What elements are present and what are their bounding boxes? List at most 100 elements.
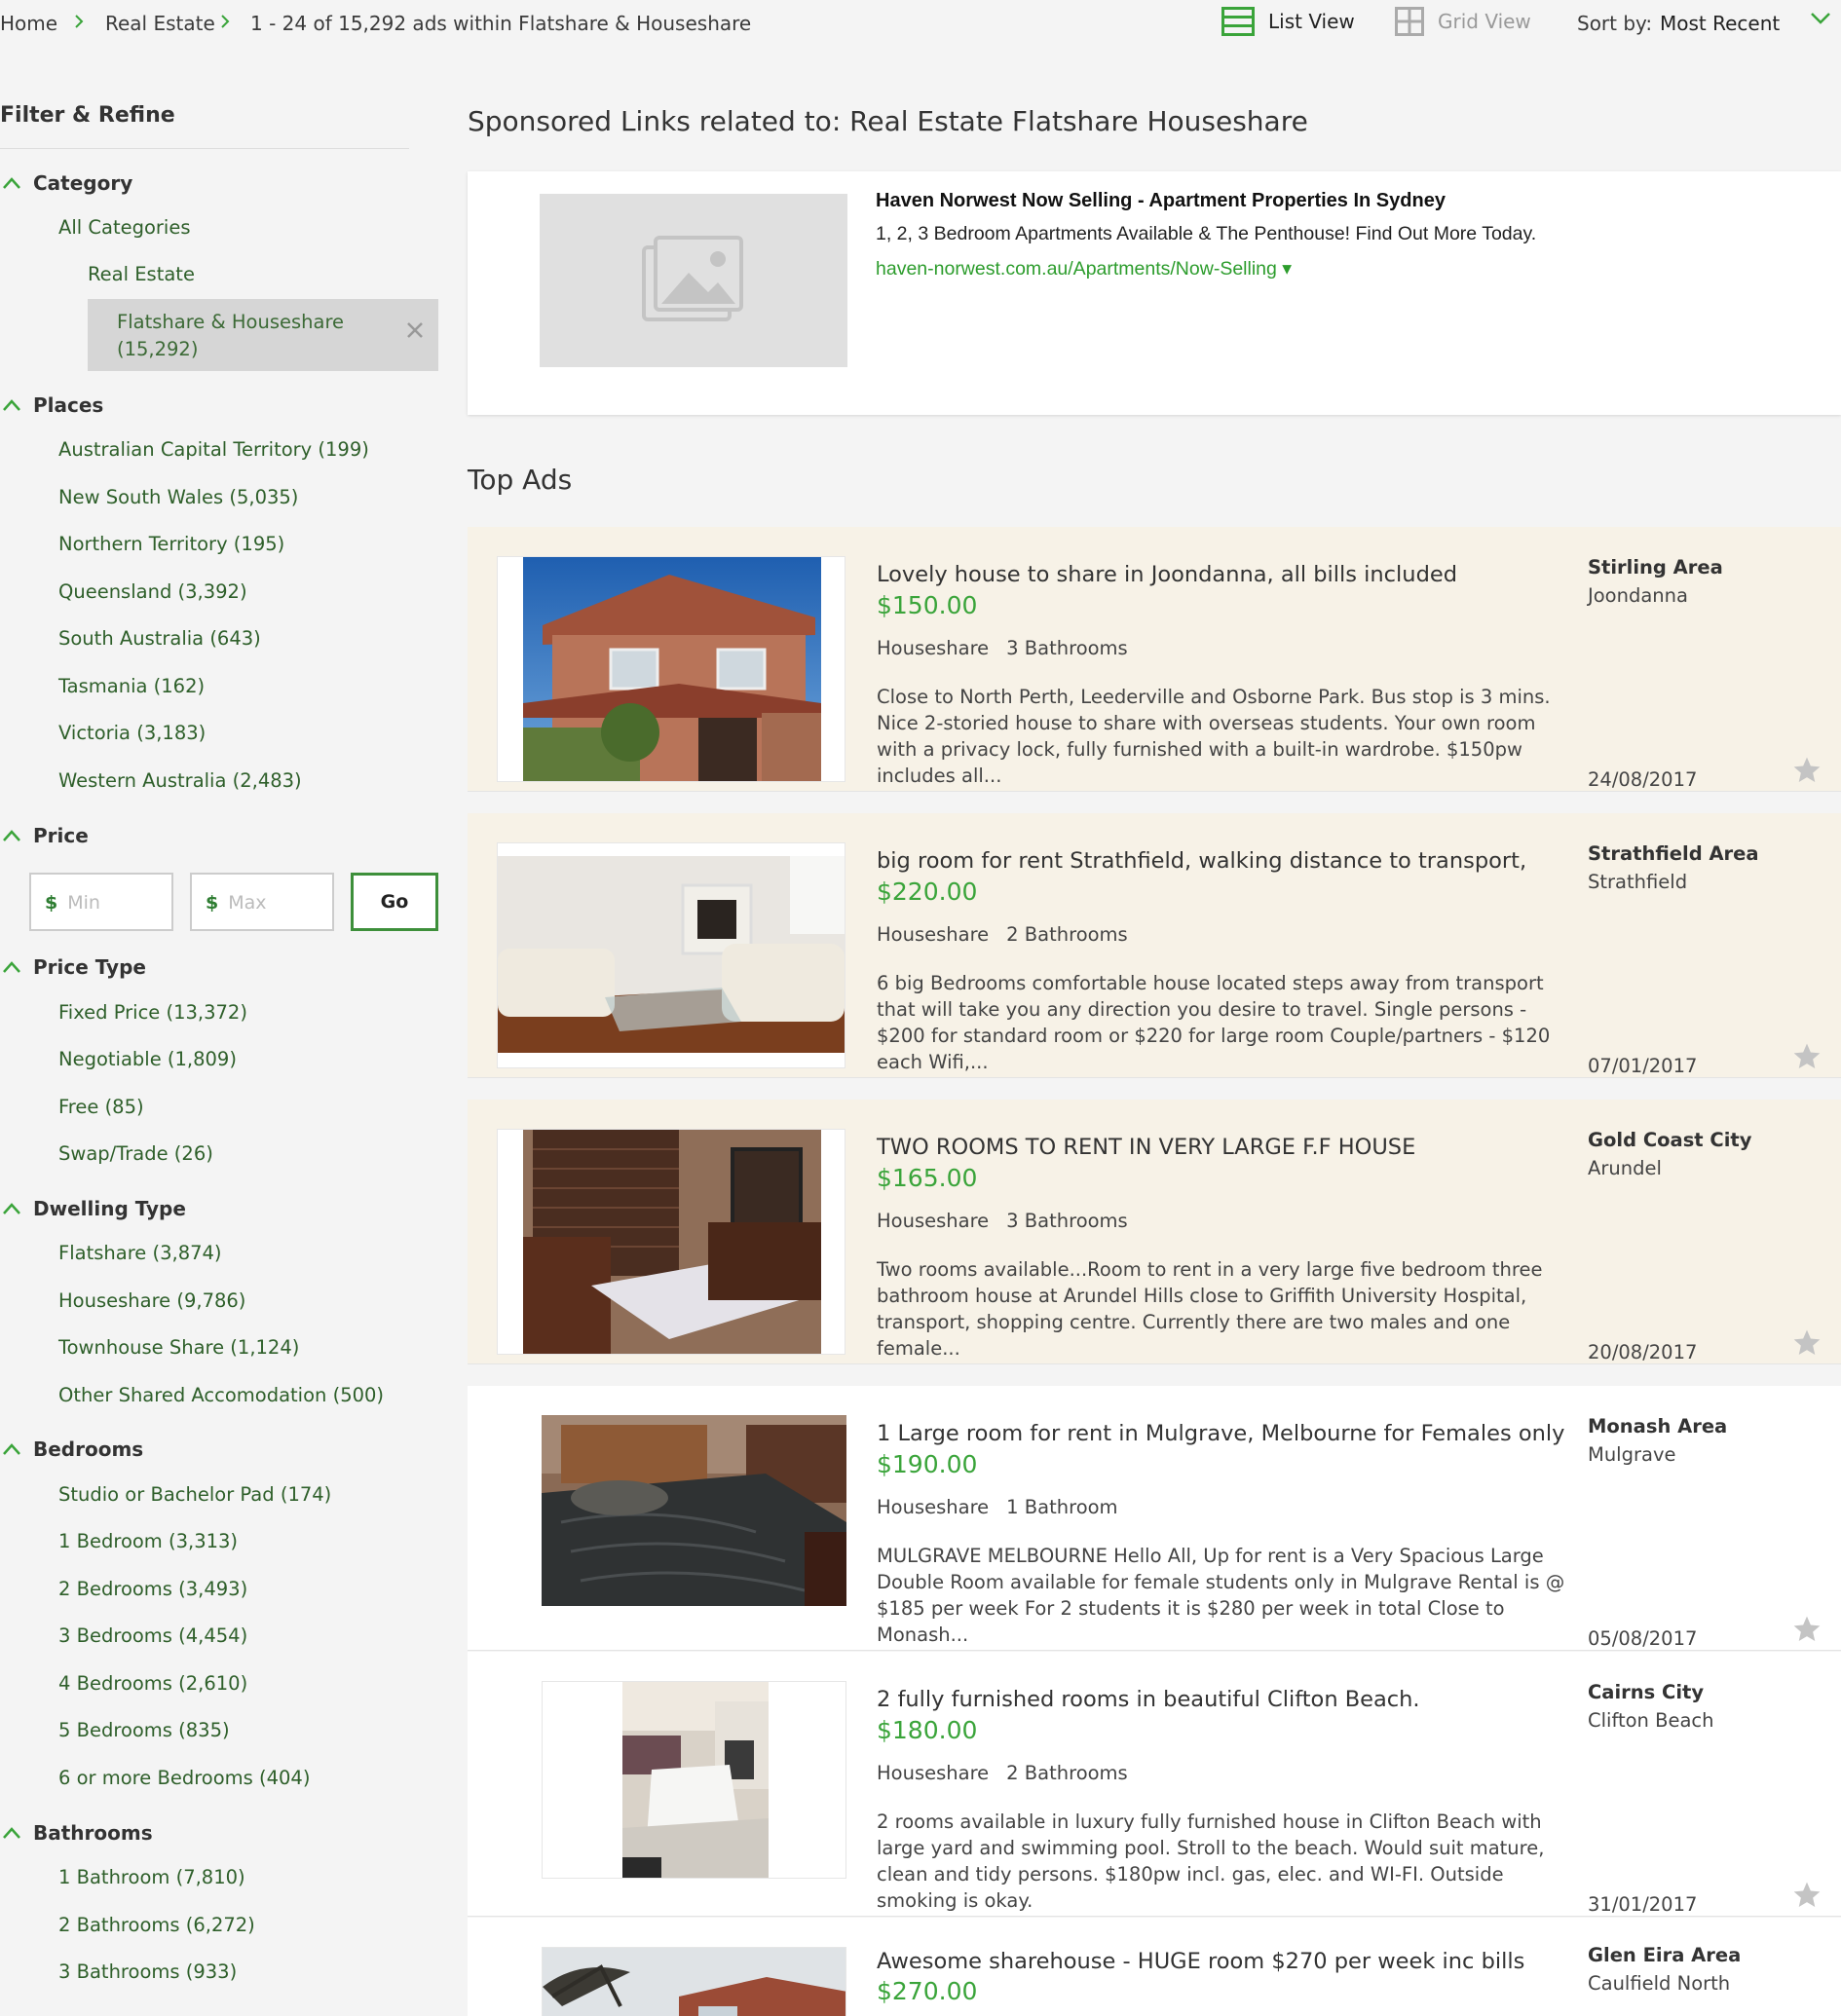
section-price-type[interactable]: Price Type bbox=[2, 955, 146, 979]
listing-suburb: Strathfield bbox=[1588, 871, 1688, 893]
place-link[interactable]: Queensland (3,392) bbox=[58, 580, 247, 603]
listing-date: 24/08/2017 bbox=[1588, 768, 1698, 791]
listing-card[interactable]: big room for rent Strathfield, walking d… bbox=[468, 813, 1841, 1078]
dollar-icon: $ bbox=[45, 892, 58, 914]
place-link[interactable]: Victoria (3,183) bbox=[58, 722, 206, 744]
list-view-label: List View bbox=[1268, 10, 1355, 33]
listing-title[interactable]: big room for rent Strathfield, walking d… bbox=[877, 848, 1526, 874]
listing-price: $220.00 bbox=[877, 877, 978, 906]
listing-title[interactable]: Awesome sharehouse - HUGE room $270 per … bbox=[877, 1949, 1524, 1974]
bathrooms-link[interactable]: 3 Bathrooms (933) bbox=[58, 1960, 237, 1983]
bedrooms-link[interactable]: 5 Bedrooms (835) bbox=[58, 1719, 230, 1741]
dwelling-type-link[interactable]: Houseshare (9,786) bbox=[58, 1289, 245, 1312]
list-view-icon bbox=[1221, 7, 1255, 36]
listing-title[interactable]: TWO ROOMS TO RENT IN VERY LARGE F.F HOUS… bbox=[877, 1135, 1415, 1160]
listing-type: Houseshare bbox=[877, 637, 990, 659]
dwelling-type-link[interactable]: Other Shared Accomodation (500) bbox=[58, 1384, 384, 1406]
listing-attributes: Houseshare 3 Bathrooms bbox=[877, 637, 1128, 659]
listing-photo[interactable] bbox=[497, 842, 845, 1068]
sponsored-title[interactable]: Haven Norwest Now Selling - Apartment Pr… bbox=[876, 190, 1446, 212]
bathrooms-link[interactable]: 2 Bathrooms (6,272) bbox=[58, 1914, 255, 1936]
grid-view-button[interactable]: Grid View bbox=[1395, 7, 1531, 36]
listing-title[interactable]: 2 fully furnished rooms in beautiful Cli… bbox=[877, 1687, 1420, 1712]
listing-bathrooms: 3 Bathrooms bbox=[1006, 637, 1128, 659]
star-icon[interactable] bbox=[1791, 1041, 1822, 1072]
listing-date: 05/08/2017 bbox=[1588, 1627, 1698, 1650]
dwelling-type-link[interactable]: Flatshare (3,874) bbox=[58, 1242, 222, 1264]
close-icon[interactable] bbox=[405, 320, 425, 340]
listing-area: Gold Coast City bbox=[1588, 1129, 1752, 1151]
listing-bathrooms: 2 Bathrooms bbox=[1006, 923, 1128, 946]
listing-card[interactable]: 1 Large room for rent in Mulgrave, Melbo… bbox=[468, 1386, 1841, 1651]
listing-area: Cairns City bbox=[1588, 1681, 1705, 1703]
place-link[interactable]: Australian Capital Territory (199) bbox=[58, 438, 369, 461]
listing-card[interactable]: Lovely house to share in Joondanna, all … bbox=[468, 527, 1841, 792]
section-title: Bedrooms bbox=[33, 1437, 144, 1461]
list-view-button[interactable]: List View bbox=[1221, 7, 1355, 36]
star-icon[interactable] bbox=[1791, 755, 1822, 786]
price-max-input[interactable]: $ Max bbox=[190, 873, 334, 931]
bedrooms-link[interactable]: Studio or Bachelor Pad (174) bbox=[58, 1483, 331, 1506]
bedrooms-link[interactable]: 1 Bedroom (3,313) bbox=[58, 1530, 238, 1552]
listing-area: Glen Eira Area bbox=[1588, 1944, 1742, 1966]
section-places[interactable]: Places bbox=[2, 393, 103, 417]
section-dwelling-type[interactable]: Dwelling Type bbox=[2, 1197, 186, 1220]
listing-card[interactable]: TWO ROOMS TO RENT IN VERY LARGE F.F HOUS… bbox=[468, 1100, 1841, 1364]
star-icon[interactable] bbox=[1791, 1880, 1822, 1911]
star-icon[interactable] bbox=[1791, 1327, 1822, 1359]
section-title: Bathrooms bbox=[33, 1821, 153, 1845]
price-min-input[interactable]: $ Min bbox=[29, 873, 173, 931]
listing-price: $150.00 bbox=[877, 591, 978, 619]
section-category[interactable]: Category bbox=[2, 171, 132, 195]
listing-photo[interactable] bbox=[542, 1947, 846, 2016]
bedrooms-link[interactable]: 3 Bedrooms (4,454) bbox=[58, 1624, 247, 1647]
section-bathrooms[interactable]: Bathrooms bbox=[2, 1821, 153, 1845]
listing-photo[interactable] bbox=[497, 556, 845, 782]
active-category-filter: Flatshare & Houseshare (15,292) bbox=[88, 299, 438, 371]
place-link[interactable]: Tasmania (162) bbox=[58, 675, 205, 697]
category-all-link[interactable]: All Categories bbox=[58, 216, 190, 239]
place-link[interactable]: Northern Territory (195) bbox=[58, 533, 284, 555]
bathrooms-link[interactable]: 1 Bathroom (7,810) bbox=[58, 1866, 245, 1888]
star-icon[interactable] bbox=[1791, 1614, 1822, 1645]
listing-photo[interactable] bbox=[542, 1415, 846, 1606]
price-type-link[interactable]: Negotiable (1,809) bbox=[58, 1048, 237, 1070]
place-link[interactable]: New South Wales (5,035) bbox=[58, 486, 298, 508]
chevron-up-icon bbox=[3, 1203, 20, 1214]
price-type-link[interactable]: Fixed Price (13,372) bbox=[58, 1001, 247, 1024]
listing-card[interactable]: 2 fully furnished rooms in beautiful Cli… bbox=[468, 1652, 1841, 1917]
image-placeholder-icon bbox=[642, 236, 743, 321]
listing-photo[interactable] bbox=[497, 1129, 845, 1355]
listing-area: Stirling Area bbox=[1588, 556, 1723, 579]
listing-title[interactable]: Lovely house to share in Joondanna, all … bbox=[877, 562, 1457, 587]
listing-suburb: Arundel bbox=[1588, 1157, 1662, 1179]
place-link[interactable]: Western Australia (2,483) bbox=[58, 769, 302, 792]
section-title: Dwelling Type bbox=[33, 1197, 186, 1220]
kitchen-photo bbox=[622, 1682, 769, 1878]
house-photo bbox=[523, 557, 821, 781]
bedrooms-link[interactable]: 4 Bedrooms (2,610) bbox=[58, 1672, 247, 1695]
price-type-link[interactable]: Swap/Trade (26) bbox=[58, 1142, 213, 1165]
listing-title[interactable]: 1 Large room for rent in Mulgrave, Melbo… bbox=[877, 1421, 1564, 1446]
place-link[interactable]: South Australia (643) bbox=[58, 627, 261, 650]
bedrooms-link[interactable]: 2 Bedrooms (3,493) bbox=[58, 1578, 247, 1600]
section-price[interactable]: Price bbox=[2, 824, 89, 847]
category-real-estate-link[interactable]: Real Estate bbox=[88, 263, 195, 285]
listing-price: $270.00 bbox=[877, 1977, 978, 2005]
price-type-link[interactable]: Free (85) bbox=[58, 1096, 144, 1118]
divider bbox=[0, 148, 409, 149]
price-go-button[interactable]: Go bbox=[351, 873, 438, 931]
dwelling-type-link[interactable]: Townhouse Share (1,124) bbox=[58, 1336, 299, 1359]
sort-select[interactable]: Most Recent bbox=[1660, 12, 1780, 35]
chevron-down-icon[interactable] bbox=[1810, 11, 1831, 26]
sponsored-url[interactable]: haven-norwest.com.au/Apartments/Now-Sell… bbox=[876, 257, 1292, 280]
listing-type: Houseshare bbox=[877, 1762, 990, 1784]
bedrooms-link[interactable]: 6 or more Bedrooms (404) bbox=[58, 1767, 310, 1789]
listing-photo[interactable] bbox=[542, 1681, 846, 1879]
listing-attributes: Houseshare 2 Bathrooms bbox=[877, 1762, 1128, 1784]
listing-card[interactable]: Awesome sharehouse - HUGE room $270 per … bbox=[468, 1918, 1841, 2016]
section-bedrooms[interactable]: Bedrooms bbox=[2, 1437, 143, 1461]
listing-attributes: Houseshare 3 Bathrooms bbox=[877, 1210, 1128, 1232]
listing-price: $190.00 bbox=[877, 1450, 978, 1478]
sponsored-ad[interactable]: Haven Norwest Now Selling - Apartment Pr… bbox=[468, 171, 1841, 415]
